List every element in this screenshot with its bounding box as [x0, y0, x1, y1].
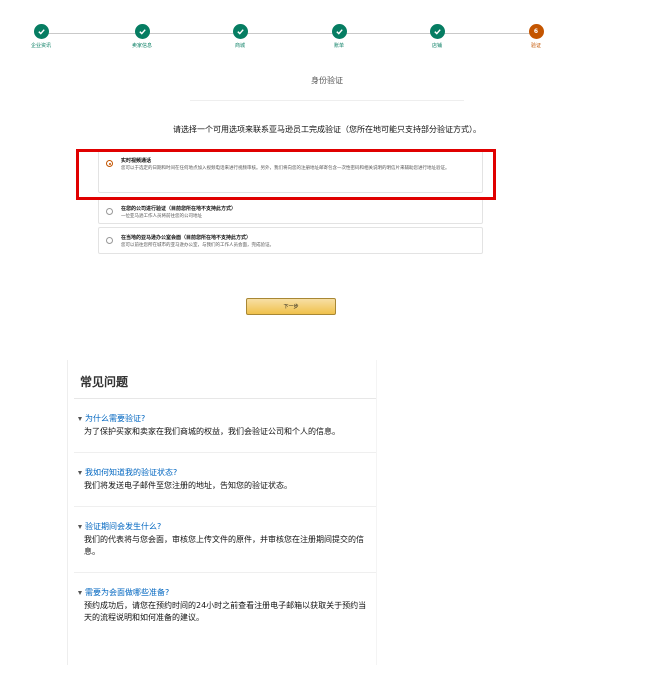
radio-button[interactable]: [106, 237, 113, 244]
option-video-call[interactable]: 实时视频通话 您可以于选定的日期和时间在任何地点加入视频电话来进行视频审核。另外…: [98, 150, 483, 193]
check-icon: [429, 24, 445, 39]
option-title: 在您的公司进行验证（目前您所在地不支持此方式）: [121, 206, 237, 212]
step-2: 卖家信息: [102, 24, 182, 49]
step-label: 商城: [234, 43, 245, 49]
verification-options: 实时视频通话 您可以于选定的日期和时间在任何地点加入视频电话来进行视频审核。另外…: [98, 150, 483, 257]
triangle-down-icon: [78, 416, 82, 421]
faq-question[interactable]: 我如何知道我的验证状态?: [78, 467, 376, 478]
option-title: 实时视频通话: [121, 158, 152, 164]
step-label: 卖家信息: [131, 43, 152, 49]
faq-panel: 常见问题 为什么需要验证? 为了保护买家和卖家在我们商城的权益，我们会验证公司和…: [67, 360, 377, 665]
faq-answer: 预约成功后，请您在预约时间的24小时之前查看注册电子邮箱以获取关于预约当天的流程…: [84, 601, 367, 622]
step-label: 企业资讯: [30, 43, 51, 49]
faq-question-text[interactable]: 为什么需要验证?: [85, 413, 145, 424]
step-label: 验证: [530, 43, 541, 49]
step-label: 店铺: [431, 43, 442, 49]
check-icon: [134, 24, 150, 39]
option-description: 一位亚马逊工作人员将前往您的公司地址: [121, 214, 202, 219]
faq-question[interactable]: 为什么需要验证?: [78, 413, 376, 424]
faq-item: 我如何知道我的验证状态? 我们将发送电子邮件至您注册的地址，告知您的验证状态。: [68, 453, 376, 492]
step-4: 账单: [299, 24, 379, 49]
faq-answer: 我们将发送电子邮件至您注册的地址，告知您的验证状态。: [84, 481, 292, 490]
faq-item: 需要为会面做哪些准备? 预约成功后，请您在预约时间的24小时之前查看注册电子邮箱…: [68, 573, 376, 624]
faq-answer: 我们的代表将与您会面，审核您上传文件的原件，并审核您在注册期间提交的信息。: [84, 535, 364, 556]
radio-button[interactable]: [106, 208, 113, 215]
triangle-down-icon: [78, 524, 82, 529]
option-company-visit[interactable]: 在您的公司进行验证（目前您所在地不支持此方式） 一位亚马逊工作人员将前往您的公司…: [98, 198, 483, 224]
triangle-down-icon: [78, 470, 82, 475]
step-5: 店铺: [397, 24, 477, 49]
option-description: 您可以前往您所在城市的亚马逊办公室，与我们的工作人员会面，完成验证。: [121, 243, 274, 248]
option-office-meeting[interactable]: 在当地的亚马逊办公室会面（目前您所在地不支持此方式） 您可以前往您所在城市的亚马…: [98, 227, 483, 254]
progress-stepper: 企业资讯 卖家信息 商城 账单 店铺 6 验证: [0, 0, 654, 56]
check-icon: [232, 24, 248, 39]
option-title: 在当地的亚马逊办公室会面（目前您所在地不支持此方式）: [121, 235, 252, 241]
radio-button-selected[interactable]: [106, 160, 113, 167]
title-divider: [190, 100, 464, 101]
check-icon: [331, 24, 347, 39]
faq-answer: 为了保护买家和卖家在我们商城的权益，我们会验证公司和个人的信息。: [84, 427, 340, 436]
step-1: 企业资讯: [1, 24, 81, 49]
option-description: 您可以于选定的日期和时间在任何地点加入视频电话来进行视频审核。另外，我们将向您的…: [121, 166, 450, 171]
faq-item: 为什么需要验证? 为了保护买家和卖家在我们商城的权益，我们会验证公司和个人的信息…: [68, 399, 376, 438]
check-icon: [33, 24, 49, 39]
faq-question-text[interactable]: 我如何知道我的验证状态?: [85, 467, 177, 478]
faq-question[interactable]: 需要为会面做哪些准备?: [78, 587, 376, 598]
step-3: 商城: [200, 24, 280, 49]
faq-question-text[interactable]: 验证期间会发生什么?: [85, 521, 161, 532]
step-label: 账单: [333, 43, 344, 49]
step-6: 6 验证: [496, 24, 576, 49]
next-button[interactable]: 下一步: [246, 298, 336, 315]
faq-item: 验证期间会发生什么? 我们的代表将与您会面，审核您上传文件的原件，并审核您在注册…: [68, 507, 376, 558]
step-number-badge: 6: [528, 24, 544, 39]
triangle-down-icon: [78, 590, 82, 595]
faq-title: 常见问题: [80, 375, 129, 389]
faq-question-text[interactable]: 需要为会面做哪些准备?: [85, 587, 169, 598]
page-title: 身份验证: [311, 76, 343, 85]
faq-question[interactable]: 验证期间会发生什么?: [78, 521, 376, 532]
instruction-text: 请选择一个可用选项来联系亚马逊员工完成验证（您所在地可能只支持部分验证方式）。: [173, 125, 481, 134]
